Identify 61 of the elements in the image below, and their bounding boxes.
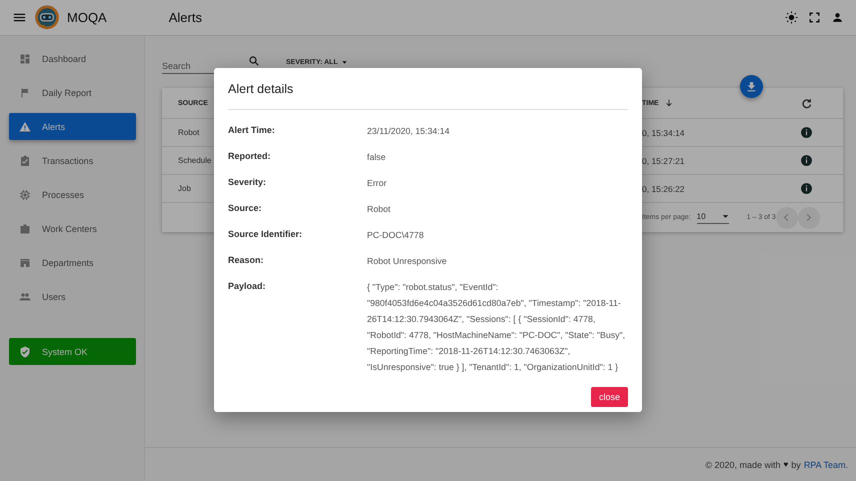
field-label: Reported: <box>228 150 272 163</box>
field-label: Alert Time: <box>228 124 276 137</box>
field-value: Robot Unresponsive <box>367 255 448 268</box>
close-button[interactable]: close <box>591 387 628 407</box>
storefront-icon <box>19 256 31 268</box>
table-cell: 0, 15:27:21 <box>642 156 685 166</box>
field-value: { "Type": "robot.status", "EventId": "980f4053fd6e4c04a3526d61cd80a7eb", "Timestamp": "2018-11-26T14:12:30.7943064Z", "Sessions": [ { "SessionId": 4778, "RobotId": 4778, "HostMachineName": "PC-DOC", "State": "Busy", "ReportingTime": "2018-11-26T14:12:30.7463063Z", "IsUnresponsive": true } ], "TenantId": 1, "OrganizationUnitId": 1 } <box>367 281 626 374</box>
dashboard-icon <box>19 52 31 64</box>
search-icon[interactable] <box>248 55 260 67</box>
sidebar-item[interactable]: Work Centers <box>9 215 136 242</box>
footer-text: by <box>791 460 801 470</box>
table-cell: 0, 15:26:22 <box>642 184 685 194</box>
sort-down-icon[interactable] <box>664 98 674 108</box>
app-title: MOQA <box>67 10 107 25</box>
field-label: Reason: <box>228 254 265 267</box>
page-title: Alerts <box>168 10 202 25</box>
field-label: Source Identifier: <box>228 228 304 241</box>
robot-logo-icon <box>33 4 61 32</box>
warning-icon <box>19 120 31 132</box>
field-label: Source: <box>228 202 263 215</box>
team-link[interactable]: RPA Team. <box>804 460 848 470</box>
info-icon[interactable] <box>800 154 813 167</box>
account-icon[interactable] <box>831 11 844 24</box>
field-value: Error <box>367 177 388 190</box>
sidebar-item[interactable]: Processes <box>9 181 136 208</box>
info-icon[interactable] <box>800 126 813 139</box>
table-cell: Job <box>178 184 191 193</box>
field-value: Robot <box>367 203 392 216</box>
system-status-badge[interactable]: System OK <box>9 338 136 365</box>
chip-icon <box>19 188 31 200</box>
field-value: PC-DOC\4778 <box>367 229 425 242</box>
sidebar-item[interactable]: Daily Report <box>9 79 136 106</box>
table-cell: 0, 15:34:14 <box>642 128 685 138</box>
download-button[interactable] <box>740 75 763 98</box>
briefcase-icon <box>19 222 31 234</box>
people-icon <box>19 290 31 302</box>
sidebar-item[interactable]: Departments <box>9 249 136 276</box>
info-icon[interactable] <box>800 182 813 195</box>
field-value: false <box>367 151 387 164</box>
table-cell: Schedule <box>178 156 212 165</box>
sidebar-item[interactable]: Alerts <box>9 113 136 140</box>
footer-text: © 2020, made with <box>705 460 781 470</box>
table-cell: Robot <box>178 128 200 137</box>
clipboard-icon <box>19 154 31 166</box>
caret-icon <box>722 212 729 220</box>
flag-icon <box>19 86 31 98</box>
heart-icon: ♥ <box>784 460 788 469</box>
page-size-select[interactable]: 10 <box>696 212 729 224</box>
sidebar-item[interactable]: Transactions <box>9 147 136 174</box>
field-label: Payload: <box>228 280 267 293</box>
refresh-icon[interactable] <box>800 96 813 110</box>
fullscreen-icon[interactable] <box>808 11 821 24</box>
caret-icon <box>340 58 348 66</box>
brightness-icon[interactable] <box>785 11 798 24</box>
download-icon <box>745 80 758 93</box>
field-value: 23/11/2020, 15:34:14 <box>367 125 451 138</box>
sidebar-item[interactable]: Dashboard <box>9 45 136 72</box>
dialog-title: Alert details <box>228 82 294 96</box>
field-label: Severity: <box>228 176 268 189</box>
sidebar-item[interactable]: Users <box>9 283 136 310</box>
shield-check-icon <box>19 346 31 358</box>
